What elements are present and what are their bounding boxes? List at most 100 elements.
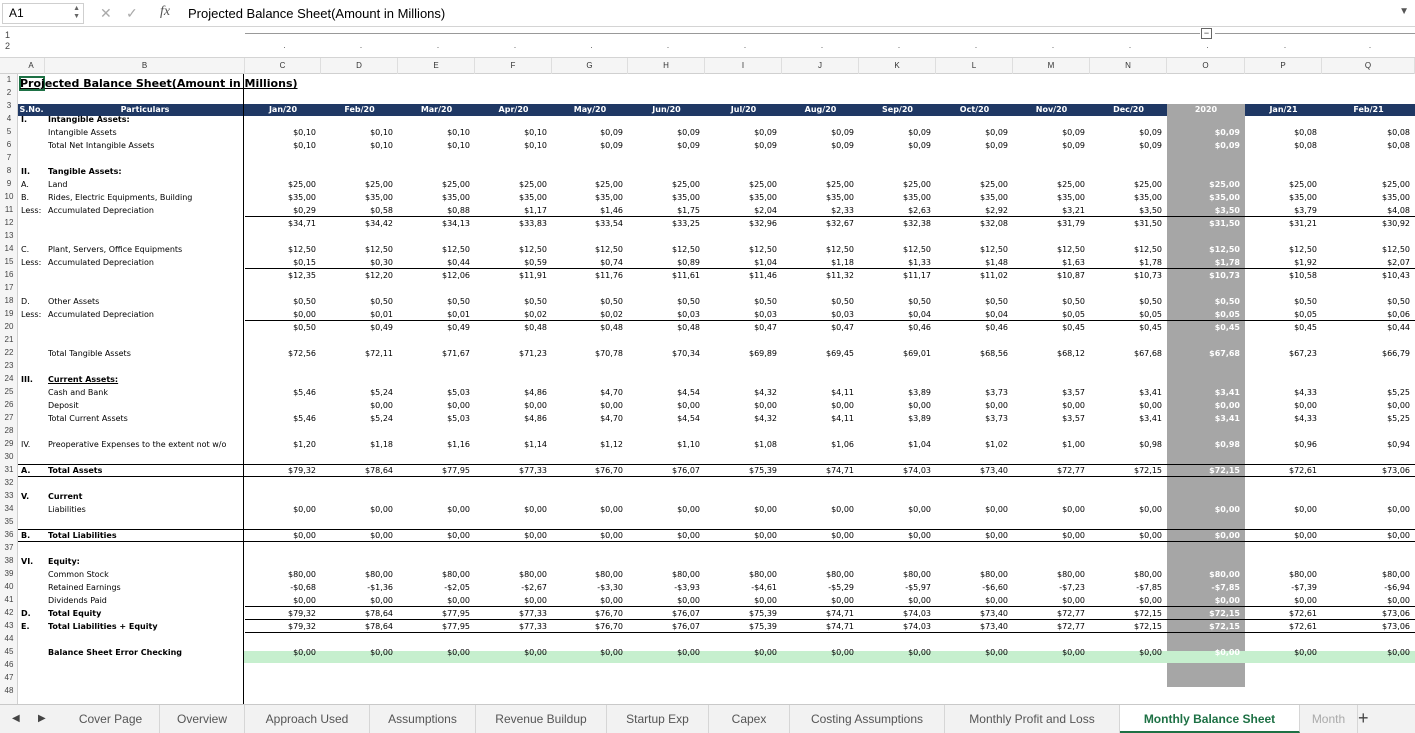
value-cell[interactable]: $2,07 (1322, 257, 1410, 268)
value-cell[interactable]: $4,11 (782, 413, 854, 424)
value-cell[interactable]: $74,03 (859, 465, 931, 476)
row-header[interactable]: 24 (0, 374, 18, 383)
value-cell[interactable]: $12,50 (1322, 244, 1410, 255)
value-cell[interactable]: -$6,60 (936, 582, 1008, 593)
value-cell[interactable]: $0,50 (936, 296, 1008, 307)
row-header[interactable]: 19 (0, 309, 18, 318)
value-cell[interactable]: $0,08 (1245, 127, 1317, 138)
value-cell[interactable]: $0,00 (1245, 530, 1317, 541)
column-header-a[interactable]: A (18, 58, 45, 74)
next-sheet-icon[interactable]: ▶ (38, 713, 46, 724)
row-label[interactable]: Land (48, 179, 68, 190)
value-cell[interactable]: $80,00 (628, 569, 700, 580)
value-cell[interactable]: $77,95 (398, 621, 470, 632)
column-header-d[interactable]: D (321, 58, 398, 74)
value-cell[interactable]: $72,77 (1013, 465, 1085, 476)
value-cell[interactable]: $0,00 (705, 595, 777, 606)
row-index[interactable]: E. (21, 621, 30, 632)
value-cell[interactable]: $80,00 (321, 569, 393, 580)
row-header[interactable]: 7 (0, 153, 18, 162)
value-cell[interactable]: -$6,94 (1322, 582, 1410, 593)
value-cell[interactable]: $78,64 (321, 608, 393, 619)
value-cell[interactable]: $0,05 (1167, 309, 1240, 320)
row-index[interactable]: III. (21, 374, 33, 385)
value-cell[interactable]: -$7,39 (1245, 582, 1317, 593)
value-cell[interactable]: $68,12 (1013, 348, 1085, 359)
value-cell[interactable]: $12,50 (936, 244, 1008, 255)
value-cell[interactable]: $0,00 (1245, 595, 1317, 606)
value-cell[interactable]: $0,00 (475, 530, 547, 541)
value-cell[interactable]: $3,79 (1245, 205, 1317, 216)
formula-input[interactable]: Projected Balance Sheet(Amount in Millio… (188, 6, 445, 21)
value-cell[interactable]: $35,00 (782, 192, 854, 203)
value-cell[interactable]: -$3,30 (552, 582, 623, 593)
value-cell[interactable]: $0,00 (1090, 504, 1162, 515)
value-cell[interactable]: $72,77 (1013, 621, 1085, 632)
row-header[interactable]: 23 (0, 361, 18, 370)
value-cell[interactable]: $1,78 (1090, 257, 1162, 268)
header-period[interactable]: Jan/21 (1245, 104, 1322, 116)
value-cell[interactable]: $0,08 (1245, 140, 1317, 151)
value-cell[interactable]: $11,91 (475, 270, 547, 281)
value-cell[interactable]: $0,00 (552, 504, 623, 515)
value-cell[interactable]: $2,04 (705, 205, 777, 216)
value-cell[interactable]: $0,10 (475, 127, 547, 138)
value-cell[interactable]: $35,00 (552, 192, 623, 203)
value-cell[interactable]: $25,00 (1090, 179, 1162, 190)
row-header[interactable]: 31 (0, 465, 18, 474)
value-cell[interactable]: $0,00 (1322, 530, 1410, 541)
value-cell[interactable]: $25,00 (321, 179, 393, 190)
value-cell[interactable]: $79,32 (245, 465, 316, 476)
value-cell[interactable]: $0,09 (782, 127, 854, 138)
value-cell[interactable]: $0,50 (1167, 296, 1240, 307)
value-cell[interactable]: $0,00 (1322, 647, 1410, 658)
value-cell[interactable]: $76,07 (628, 608, 700, 619)
value-cell[interactable]: $32,67 (782, 218, 854, 229)
value-cell[interactable]: $4,08 (1322, 205, 1410, 216)
value-cell[interactable]: $5,46 (245, 387, 316, 398)
value-cell[interactable]: $80,00 (1013, 569, 1085, 580)
row-label[interactable]: Equity: (48, 556, 80, 567)
sheet-tab[interactable]: Cover Page (62, 705, 160, 733)
row-header[interactable]: 32 (0, 478, 18, 487)
value-cell[interactable]: $33,83 (475, 218, 547, 229)
value-cell[interactable]: $0,00 (1167, 504, 1240, 515)
row-header[interactable]: 12 (0, 218, 18, 227)
value-cell[interactable]: $80,00 (705, 569, 777, 580)
value-cell[interactable]: $80,00 (552, 569, 623, 580)
value-cell[interactable]: $31,79 (1013, 218, 1085, 229)
row-index[interactable]: Less: (21, 309, 41, 320)
value-cell[interactable]: -$4,61 (705, 582, 777, 593)
column-header-q[interactable]: Q (1322, 58, 1415, 74)
value-cell[interactable]: $80,00 (245, 569, 316, 580)
value-cell[interactable]: $67,68 (1090, 348, 1162, 359)
value-cell[interactable]: $1,20 (245, 439, 316, 450)
value-cell[interactable]: $0,00 (552, 400, 623, 411)
value-cell[interactable]: $12,50 (321, 244, 393, 255)
sheet-tab[interactable]: Startup Exp (607, 705, 709, 733)
row-header[interactable]: 36 (0, 530, 18, 539)
value-cell[interactable]: $34,13 (398, 218, 470, 229)
value-cell[interactable]: $0,08 (1322, 127, 1410, 138)
row-header[interactable]: 40 (0, 582, 18, 591)
row-index[interactable]: A. (21, 179, 29, 190)
row-header[interactable]: 6 (0, 140, 18, 149)
value-cell[interactable]: $70,78 (552, 348, 623, 359)
value-cell[interactable]: $4,86 (475, 387, 547, 398)
value-cell[interactable]: $0,09 (628, 140, 700, 151)
value-cell[interactable]: $33,54 (552, 218, 623, 229)
value-cell[interactable]: $0,00 (398, 400, 470, 411)
row-label[interactable]: Accumulated Depreciation (48, 309, 154, 320)
value-cell[interactable]: $0,00 (1013, 647, 1085, 658)
function-icon[interactable]: fx (160, 4, 170, 20)
value-cell[interactable]: $0,00 (1013, 595, 1085, 606)
value-cell[interactable]: $35,00 (1167, 192, 1240, 203)
value-cell[interactable]: $0,89 (628, 257, 700, 268)
value-cell[interactable]: $0,06 (1322, 309, 1410, 320)
value-cell[interactable]: $0,00 (1013, 400, 1085, 411)
sheet-tab[interactable]: Overview (160, 705, 245, 733)
value-cell[interactable]: $0,00 (398, 647, 470, 658)
value-cell[interactable]: $25,00 (1322, 179, 1410, 190)
value-cell[interactable]: $4,54 (628, 387, 700, 398)
value-cell[interactable]: $68,56 (936, 348, 1008, 359)
